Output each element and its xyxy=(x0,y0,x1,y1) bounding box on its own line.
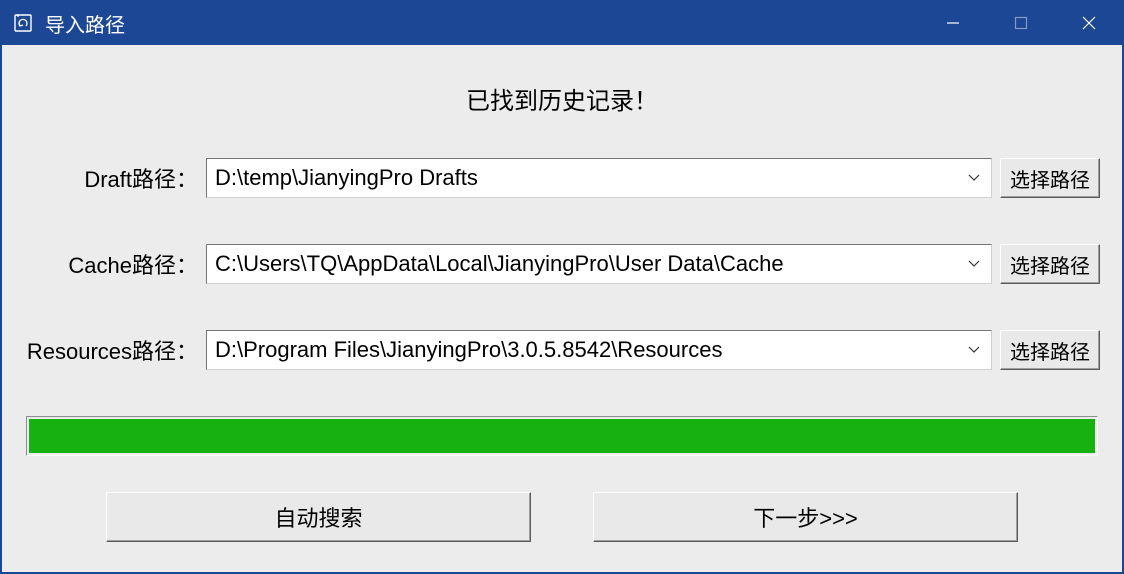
draft-path-row: Draft路径： D:\temp\JianyingPro Drafts 选择路径 xyxy=(2,158,1122,198)
cache-path-combo[interactable]: C:\Users\TQ\AppData\Local\JianyingPro\Us… xyxy=(206,244,992,284)
draft-path-combo[interactable]: D:\temp\JianyingPro Drafts xyxy=(206,158,992,198)
cache-browse-button[interactable]: 选择路径 xyxy=(1000,244,1100,284)
maximize-button xyxy=(987,1,1055,45)
chevron-down-icon[interactable] xyxy=(957,245,991,283)
titlebar: 导入路径 xyxy=(1,1,1123,45)
resources-path-combo[interactable]: D:\Program Files\JianyingPro\3.0.5.8542\… xyxy=(206,330,992,370)
draft-path-value: D:\temp\JianyingPro Drafts xyxy=(207,165,957,191)
chevron-down-icon[interactable] xyxy=(957,331,991,369)
close-button[interactable] xyxy=(1055,1,1123,45)
window-controls xyxy=(919,1,1123,45)
window-title: 导入路径 xyxy=(45,9,919,38)
resources-path-row: Resources路径： D:\Program Files\JianyingPr… xyxy=(2,330,1122,370)
resources-path-label: Resources路径： xyxy=(24,334,198,366)
draft-path-label: Draft路径： xyxy=(24,162,198,194)
cache-path-row: Cache路径： C:\Users\TQ\AppData\Local\Jiany… xyxy=(2,244,1122,284)
dialog-body: 已找到历史记录！ Draft路径： D:\temp\JianyingPro Dr… xyxy=(2,45,1122,572)
draft-browse-button[interactable]: 选择路径 xyxy=(1000,158,1100,198)
progress-bar xyxy=(26,416,1098,456)
next-button[interactable]: 下一步>>> xyxy=(593,492,1018,542)
resources-browse-button[interactable]: 选择路径 xyxy=(1000,330,1100,370)
app-icon xyxy=(11,11,35,35)
chevron-down-icon[interactable] xyxy=(957,159,991,197)
progress-fill xyxy=(29,419,1095,453)
auto-search-button[interactable]: 自动搜索 xyxy=(106,492,531,542)
cache-path-value: C:\Users\TQ\AppData\Local\JianyingPro\Us… xyxy=(207,251,957,277)
status-message: 已找到历史记录！ xyxy=(2,81,1122,116)
cache-path-label: Cache路径： xyxy=(24,248,198,280)
resources-path-value: D:\Program Files\JianyingPro\3.0.5.8542\… xyxy=(207,337,957,363)
action-row: 自动搜索 下一步>>> xyxy=(2,492,1122,542)
minimize-button[interactable] xyxy=(919,1,987,45)
